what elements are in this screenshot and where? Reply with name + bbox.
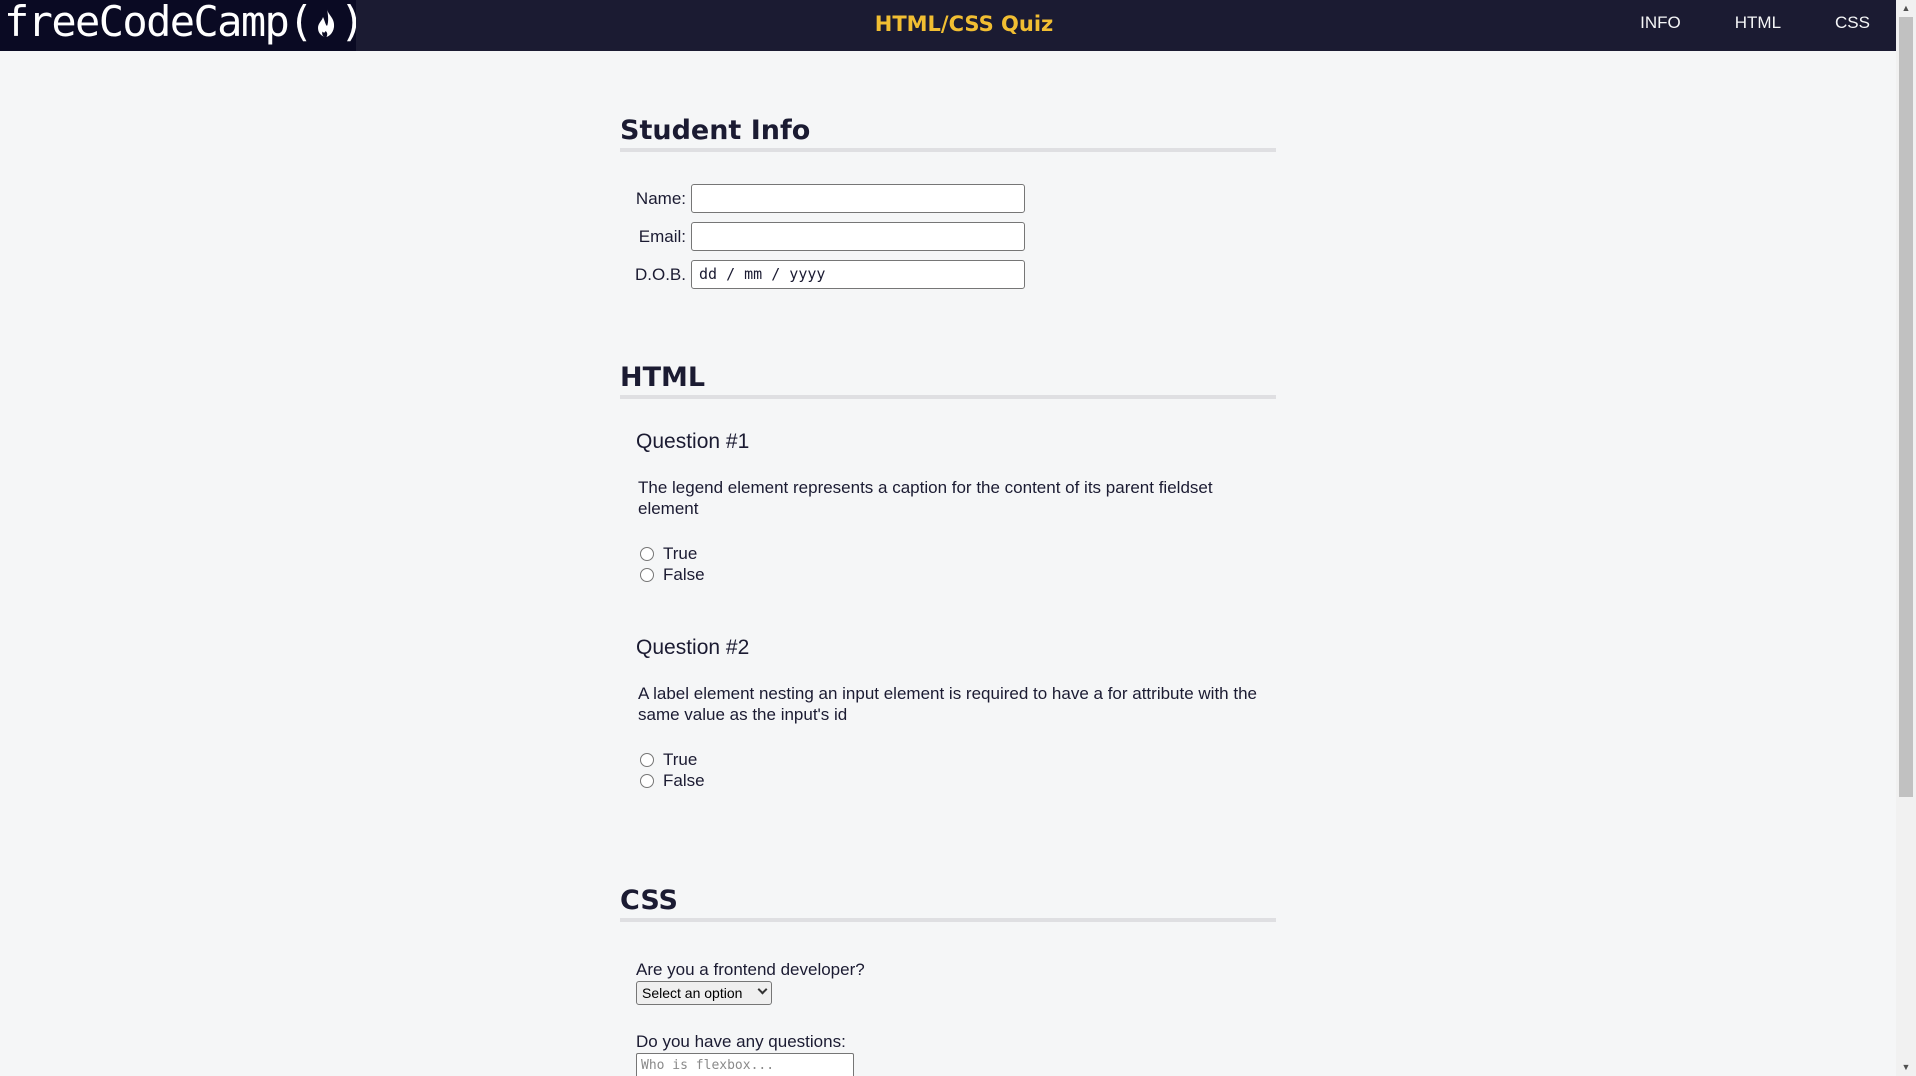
scroll-down-arrow-icon[interactable]: ▼ (1896, 1059, 1916, 1076)
option-label: False (663, 771, 705, 790)
chevron-down-icon (757, 984, 768, 995)
nav-links: INFO HTML CSS (1586, 0, 1870, 46)
question-2-text: A label element nesting an input element… (638, 684, 1257, 724)
radio-button[interactable] (640, 774, 654, 788)
frontend-question-label: Are you a frontend developer? (636, 960, 865, 979)
dob-input[interactable]: dd / mm / yyyy (691, 260, 1025, 289)
email-input[interactable] (691, 222, 1025, 251)
email-row: Email: (620, 222, 1025, 251)
name-label: Name: (635, 188, 686, 208)
option-label: True (663, 750, 698, 769)
scroll-up-arrow-icon[interactable]: ▲ (1896, 0, 1916, 17)
questions-textarea[interactable]: Who is flexbox... (636, 1053, 854, 1076)
top-nav-bar: freeCodeCamp( ) HTML/CSS Quiz INFO HTML … (0, 0, 1896, 51)
option-label: False (663, 565, 705, 584)
radio-button[interactable] (640, 568, 654, 582)
radio-button[interactable] (640, 547, 654, 561)
nav-link-info[interactable]: INFO (1640, 13, 1681, 33)
question-1-text: The legend element represents a caption … (638, 478, 1213, 518)
question-1-option-false[interactable]: False (640, 565, 705, 585)
question-2-option-true[interactable]: True (640, 750, 697, 770)
scrollbar-thumb[interactable] (1899, 17, 1913, 797)
section-heading-html: HTML (620, 362, 1276, 399)
question-2-option-false[interactable]: False (640, 771, 705, 791)
name-row: Name: (620, 184, 1025, 213)
dob-label: D.O.B. (634, 264, 686, 284)
section-heading-student-info: Student Info (620, 115, 1276, 152)
question-2-title: Question #2 (636, 636, 750, 659)
radio-button[interactable] (640, 753, 654, 767)
question-1-option-true[interactable]: True (640, 544, 697, 564)
nav-link-html[interactable]: HTML (1735, 13, 1781, 33)
email-label: Email: (638, 226, 686, 246)
section-heading-css: CSS (620, 885, 1276, 922)
questions-label: Do you have any questions: (636, 1032, 846, 1051)
nav-link-css[interactable]: CSS (1835, 13, 1870, 33)
frontend-select[interactable]: Select an option (636, 981, 772, 1005)
name-input[interactable] (691, 184, 1025, 213)
select-value: Select an option (642, 985, 743, 1001)
option-label: True (663, 544, 698, 563)
dob-row: D.O.B. dd / mm / yyyy (620, 260, 1025, 289)
question-1-title: Question #1 (636, 430, 750, 453)
page-scrollbar[interactable]: ▲ ▼ (1896, 0, 1916, 1076)
